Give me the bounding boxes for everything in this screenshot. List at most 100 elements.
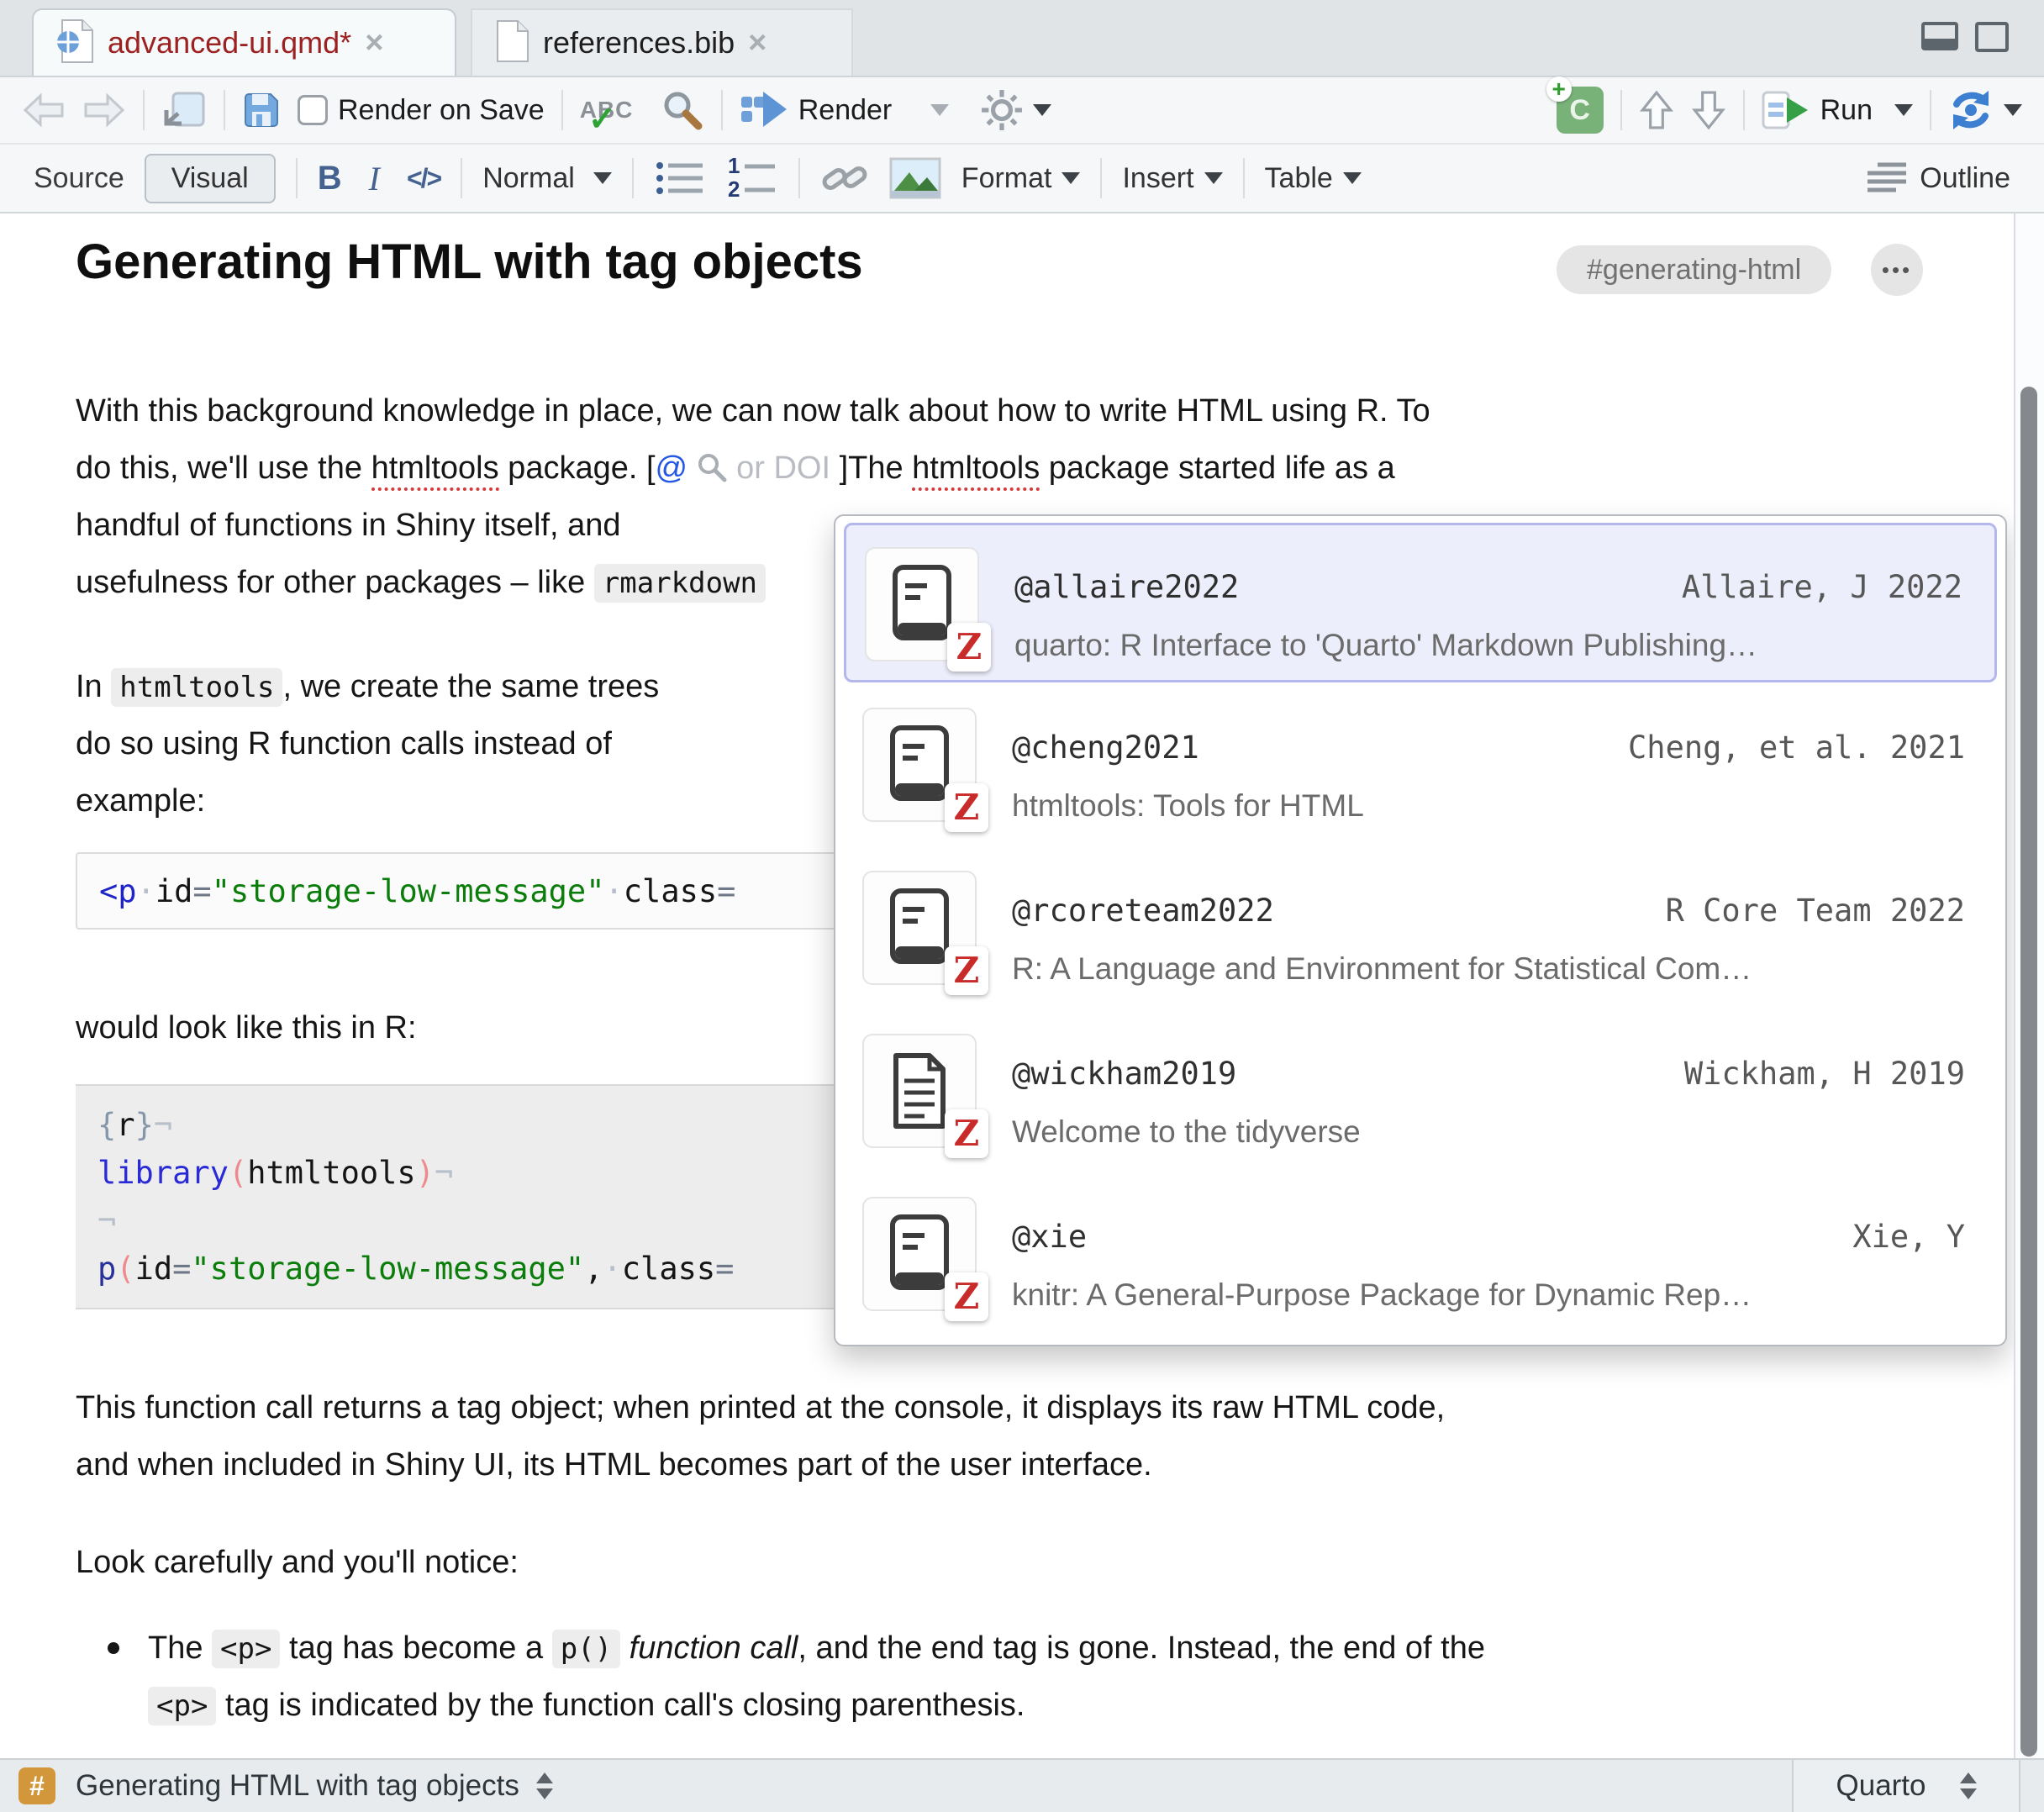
- scrollbar-thumb[interactable]: [2020, 387, 2037, 1757]
- paragraph-line: This function call returns a tag object;…: [76, 1385, 1445, 1430]
- citation-title: htmltools: Tools for HTML: [1012, 788, 1972, 824]
- text-run: usefulness for other packages – like: [76, 565, 594, 600]
- document-mode-label: Quarto: [1836, 1769, 1926, 1803]
- render-on-save-checkbox[interactable]: [298, 95, 328, 125]
- citation-at-sign[interactable]: @: [656, 450, 688, 486]
- forward-button[interactable]: [82, 92, 126, 128]
- paragraph-style-value: Normal: [482, 162, 575, 195]
- back-button[interactable]: [22, 92, 66, 128]
- bold-button[interactable]: B: [318, 160, 342, 198]
- paragraph-line: would look like this in R:: [76, 1005, 417, 1051]
- rerun-dropdown-caret[interactable]: [2004, 104, 2022, 116]
- open-in-window-button[interactable]: [161, 90, 207, 130]
- toolbar-separator: [1930, 90, 1931, 130]
- text-run: tag is indicated by the function call's …: [216, 1688, 1025, 1723]
- section-navigator-arrows[interactable]: [536, 1772, 553, 1799]
- paragraph-line: do this, we'll use the htmltools package…: [76, 445, 1395, 491]
- run-button[interactable]: Run: [1762, 89, 1913, 131]
- citation-title: knitr: A General-Purpose Package for Dyn…: [1012, 1277, 1972, 1313]
- misspelled-word: htmltools: [912, 450, 1040, 491]
- render-label: Render: [798, 94, 893, 127]
- outline-label: Outline: [1920, 162, 2010, 195]
- toolbar-separator: [296, 158, 298, 198]
- render-dropdown-caret[interactable]: [930, 104, 949, 116]
- mode-selector-arrows: [1960, 1772, 1977, 1799]
- save-button[interactable]: [242, 91, 281, 129]
- paragraph-line: and when included in Shiny UI, its HTML …: [76, 1442, 1152, 1488]
- citation-key: @xie: [1012, 1219, 1087, 1255]
- table-menu[interactable]: Table: [1265, 162, 1362, 195]
- citation-key: @cheng2021: [1012, 730, 1199, 766]
- minimize-pane-icon[interactable]: [1921, 22, 1958, 50]
- editor-tab-bar: advanced-ui.qmd* × references.bib ×: [0, 0, 2044, 77]
- source-mode-toggle[interactable]: Source: [34, 162, 124, 195]
- paragraph-line: do so using R function calls instead of: [76, 721, 612, 766]
- citation-title: R: A Language and Environment for Statis…: [1012, 951, 1972, 987]
- run-label: Run: [1820, 94, 1873, 127]
- inline-code: <p>: [148, 1687, 216, 1725]
- main-toolbar: Render on Save ABC ✓ Render C+ Run: [0, 77, 2044, 145]
- text-run: ]The: [830, 450, 912, 486]
- spellcheck-check-icon: ✓: [588, 100, 617, 139]
- tab-close-icon[interactable]: ×: [748, 27, 766, 59]
- toolbar-separator: [1743, 90, 1745, 130]
- tab-advanced-ui-qmd[interactable]: advanced-ui.qmd* ×: [32, 8, 456, 76]
- paragraph-style-dropdown[interactable]: Normal: [482, 162, 612, 195]
- render-settings-button[interactable]: [981, 89, 1051, 131]
- citation-item-xie[interactable]: Z @xie Xie, Y knitr: A General-Purpose P…: [844, 1175, 1997, 1335]
- visual-mode-toggle[interactable]: Visual: [145, 154, 276, 203]
- citation-item-allaire2022[interactable]: Z @allaire2022 Allaire, J 2022 quarto: R…: [844, 523, 1997, 682]
- render-button[interactable]: Render: [740, 90, 893, 130]
- paragraph-line: example:: [76, 778, 205, 824]
- zotero-badge: Z: [945, 1109, 988, 1158]
- previous-section-button[interactable]: [1639, 91, 1674, 129]
- inline-code-button[interactable]: </>: [407, 163, 440, 194]
- image-button[interactable]: [889, 157, 941, 199]
- insert-menu[interactable]: Insert: [1122, 162, 1222, 195]
- book-reference-icon: Z: [862, 708, 977, 822]
- spellcheck-button[interactable]: ABC ✓: [580, 87, 644, 134]
- vertical-scrollbar[interactable]: [2014, 213, 2044, 1758]
- editor-canvas[interactable]: Generating HTML with tag objects #genera…: [0, 213, 2014, 1758]
- find-replace-button[interactable]: [661, 88, 704, 132]
- section-navigator[interactable]: Generating HTML with tag objects: [76, 1769, 519, 1803]
- text-run: example:: [76, 783, 205, 819]
- bullet-list-button[interactable]: [654, 157, 706, 199]
- run-dropdown-caret[interactable]: [1894, 104, 1913, 116]
- citation-item-wickham2019[interactable]: Z @wickham2019 Wickham, H 2019 Welcome t…: [844, 1012, 1997, 1172]
- citation-item-rcoreteam2022[interactable]: Z @rcoreteam2022 R Core Team 2022 R: A L…: [844, 849, 1997, 1009]
- citation-placeholder[interactable]: or DOI: [736, 450, 830, 486]
- tab-references-bib[interactable]: references.bib ×: [471, 8, 853, 76]
- format-menu-caret: [1062, 172, 1080, 184]
- text-run: The: [148, 1630, 212, 1666]
- outline-icon: [1862, 160, 1910, 197]
- bullet-line: The <p> tag has become a p() function ca…: [148, 1625, 1485, 1672]
- tab-close-icon[interactable]: ×: [365, 27, 383, 59]
- window-controls: [1921, 22, 2009, 52]
- outline-toggle[interactable]: Outline: [1862, 160, 2010, 197]
- tab-label: references.bib: [543, 25, 735, 61]
- toolbar-separator: [461, 158, 462, 198]
- document-mode-selector[interactable]: Quarto: [1792, 1760, 2020, 1812]
- italic-button[interactable]: I: [369, 159, 380, 198]
- rerun-button[interactable]: [1948, 89, 2022, 131]
- paragraph-line: In htmltools, we create the same trees: [76, 664, 659, 710]
- insert-chunk-button[interactable]: C+: [1557, 87, 1604, 134]
- next-section-button[interactable]: [1691, 91, 1726, 129]
- inline-code: <p>: [212, 1630, 280, 1668]
- citation-author-year: Cheng, et al. 2021: [1628, 730, 1965, 766]
- numbered-list-button[interactable]: 12: [726, 156, 778, 200]
- table-menu-caret: [1343, 172, 1362, 184]
- toolbar-separator: [721, 90, 723, 130]
- gear-dropdown-caret[interactable]: [1033, 104, 1051, 116]
- link-button[interactable]: [820, 158, 869, 198]
- citation-item-cheng2021[interactable]: Z @cheng2021 Cheng, et al. 2021 htmltool…: [844, 686, 1997, 845]
- table-menu-label: Table: [1265, 162, 1333, 195]
- format-menu[interactable]: Format: [961, 162, 1081, 195]
- render-on-save-toggle[interactable]: Render on Save: [298, 94, 545, 127]
- more-options-button[interactable]: •••: [1871, 244, 1923, 296]
- sort-down-icon: [536, 1788, 553, 1799]
- text-run: [620, 1630, 630, 1666]
- citation-title: Welcome to the tidyverse: [1012, 1114, 1972, 1150]
- maximize-pane-icon[interactable]: [1975, 22, 2009, 52]
